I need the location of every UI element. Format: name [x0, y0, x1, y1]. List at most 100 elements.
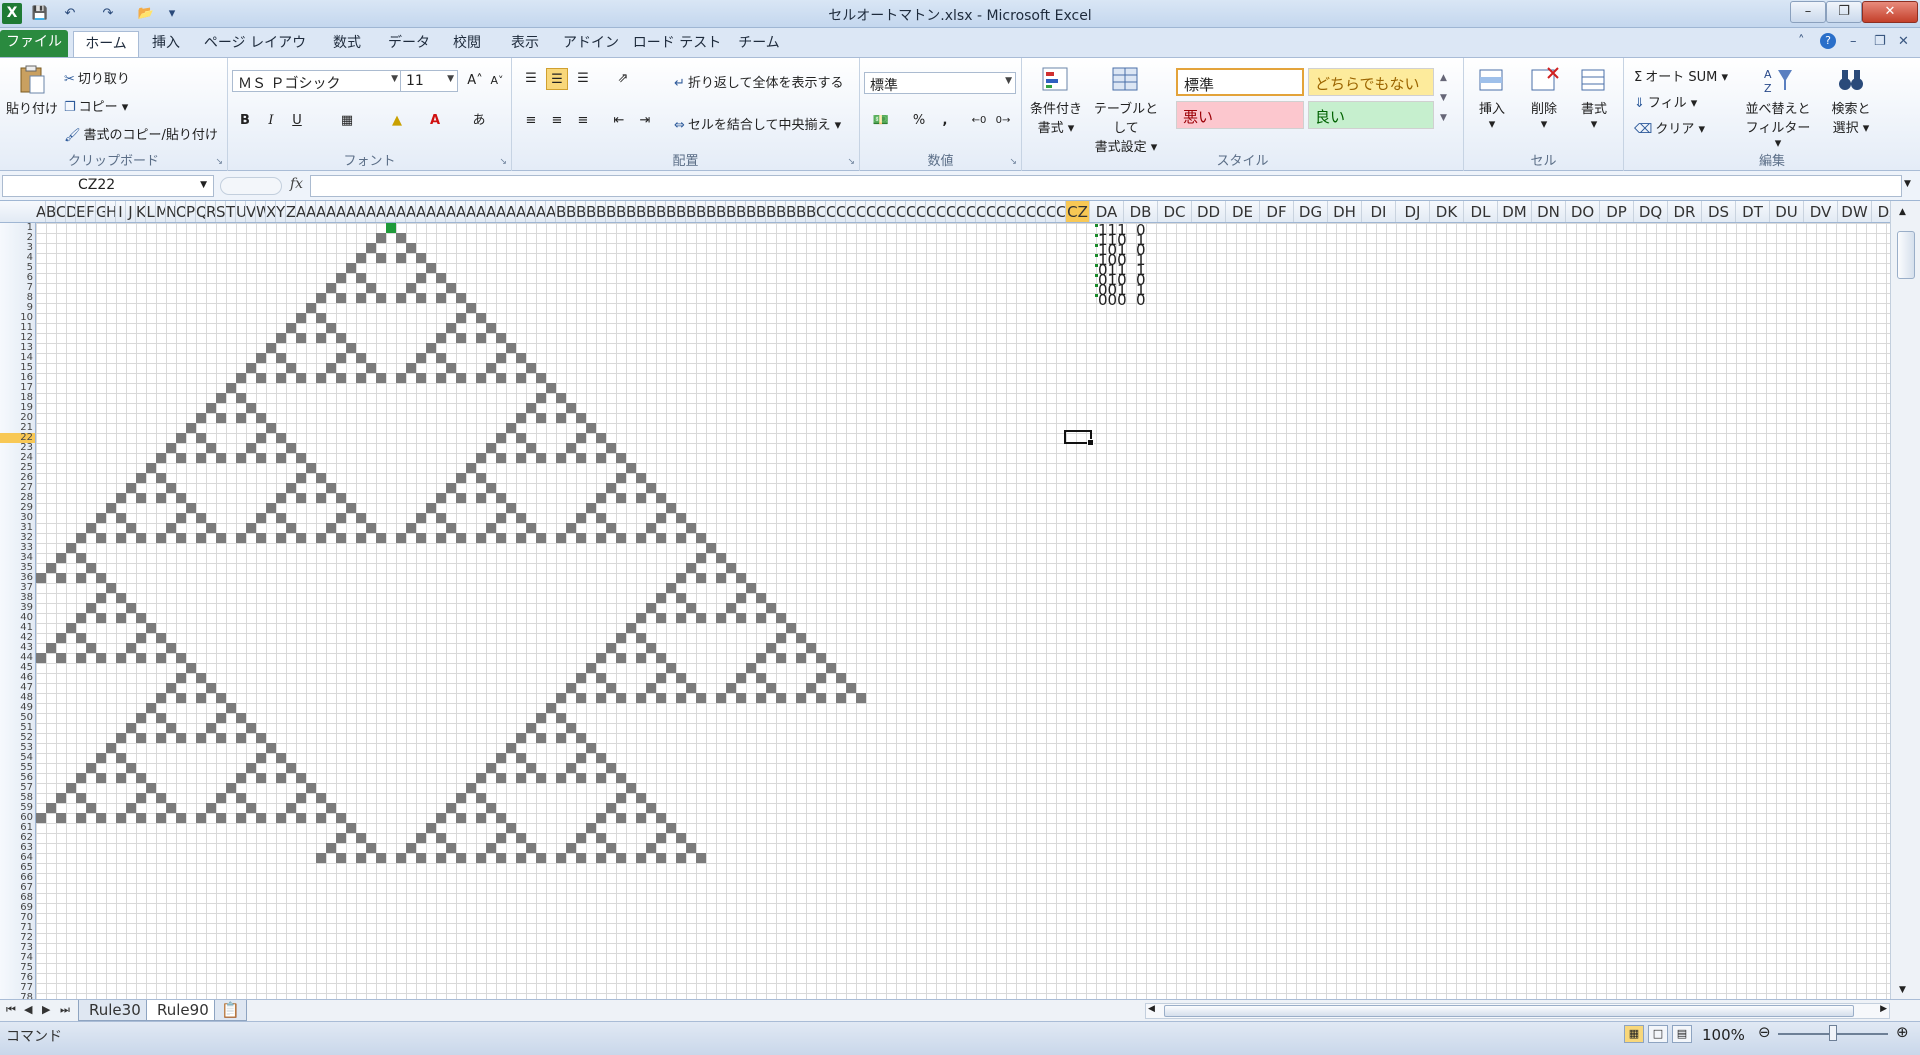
live-cell[interactable] — [736, 613, 746, 623]
live-cell[interactable] — [226, 383, 236, 393]
row-header[interactable]: 56 — [0, 773, 35, 783]
live-cell[interactable] — [156, 813, 166, 823]
live-cell[interactable] — [256, 533, 266, 543]
live-cell[interactable] — [636, 613, 646, 623]
live-cell[interactable] — [756, 613, 766, 623]
live-cell[interactable] — [506, 423, 516, 433]
merge-center-button[interactable]: ⇔ セルを結合して中央揃え ▾ — [674, 114, 841, 133]
live-cell[interactable] — [216, 453, 226, 463]
live-cell[interactable] — [206, 683, 216, 693]
live-cell[interactable] — [346, 823, 356, 833]
live-cell[interactable] — [256, 353, 266, 363]
live-cell[interactable] — [166, 443, 176, 453]
column-header[interactable]: AE — [336, 201, 346, 222]
live-cell[interactable] — [636, 793, 646, 803]
live-cell[interactable] — [586, 663, 596, 673]
live-cell[interactable] — [766, 603, 776, 613]
live-cell[interactable] — [126, 643, 136, 653]
row-header[interactable]: 41 — [0, 623, 35, 633]
live-cell[interactable] — [576, 753, 586, 763]
live-cell[interactable] — [236, 813, 246, 823]
row-header[interactable]: 38 — [0, 593, 35, 603]
row-header[interactable]: 49 — [0, 703, 35, 713]
live-cell[interactable] — [616, 493, 626, 503]
live-cell[interactable] — [136, 493, 146, 503]
column-header[interactable]: DQ — [1634, 201, 1668, 222]
column-header[interactable]: CU — [1016, 201, 1026, 222]
live-cell[interactable] — [56, 573, 66, 583]
live-cell[interactable] — [516, 853, 526, 863]
live-cell[interactable] — [596, 753, 606, 763]
live-cell[interactable] — [316, 473, 326, 483]
live-cell[interactable] — [116, 493, 126, 503]
live-cell[interactable] — [496, 513, 506, 523]
column-header[interactable]: K — [136, 201, 146, 222]
live-cell[interactable] — [246, 363, 256, 373]
live-cell[interactable] — [56, 813, 66, 823]
live-cell[interactable] — [676, 853, 686, 863]
next-sheet-icon[interactable]: ▶ — [42, 1003, 50, 1016]
live-cell[interactable] — [636, 653, 646, 663]
live-cell[interactable] — [136, 473, 146, 483]
column-header[interactable]: BA — [556, 201, 566, 222]
row-header[interactable]: 43 — [0, 643, 35, 653]
style-bad[interactable]: 悪い — [1176, 101, 1304, 129]
row-header[interactable]: 62 — [0, 833, 35, 843]
live-cell[interactable] — [496, 773, 506, 783]
live-cell[interactable] — [396, 233, 406, 243]
live-cell[interactable] — [336, 813, 346, 823]
live-cell[interactable] — [186, 423, 196, 433]
live-cell[interactable] — [306, 463, 316, 473]
delete-cells-button[interactable]: 削除 ▾ — [1520, 64, 1568, 132]
horizontal-scroll-thumb[interactable] — [1164, 1005, 1854, 1017]
column-header[interactable]: CX — [1046, 201, 1056, 222]
live-cell[interactable] — [446, 803, 456, 813]
row-header[interactable]: 37 — [0, 583, 35, 593]
live-cell[interactable] — [556, 453, 566, 463]
live-cell[interactable] — [236, 733, 246, 743]
row-header[interactable]: 64 — [0, 853, 35, 863]
live-cell[interactable] — [596, 453, 606, 463]
live-cell[interactable] — [476, 533, 486, 543]
live-cell[interactable] — [536, 373, 546, 383]
row-header[interactable]: 3 — [0, 243, 35, 253]
column-header[interactable]: N — [166, 201, 176, 222]
row-header[interactable]: 24 — [0, 453, 35, 463]
column-header[interactable]: B — [46, 201, 56, 222]
row-header[interactable]: 42 — [0, 633, 35, 643]
live-cell[interactable] — [286, 443, 296, 453]
live-cell[interactable] — [606, 643, 616, 653]
live-cell[interactable] — [176, 813, 186, 823]
row-header[interactable]: 31 — [0, 523, 35, 533]
live-cell[interactable] — [476, 493, 486, 503]
row-header[interactable]: 18 — [0, 393, 35, 403]
live-cell[interactable] — [796, 653, 806, 663]
live-cell[interactable] — [446, 283, 456, 293]
live-cell[interactable] — [576, 513, 586, 523]
live-cell[interactable] — [166, 683, 176, 693]
live-cell[interactable] — [606, 763, 616, 773]
column-header[interactable]: AJ — [386, 201, 396, 222]
tab-addins[interactable]: アドイン — [560, 31, 622, 57]
live-cell[interactable] — [436, 813, 446, 823]
live-cell[interactable] — [136, 653, 146, 663]
live-cell[interactable] — [646, 483, 656, 493]
column-header[interactable]: AV — [506, 201, 516, 222]
live-cell[interactable] — [506, 343, 516, 353]
live-cell[interactable] — [336, 273, 346, 283]
column-header[interactable]: AF — [346, 201, 356, 222]
live-cell[interactable] — [376, 233, 386, 243]
live-cell[interactable] — [76, 553, 86, 563]
paste-button[interactable]: 貼り付け — [4, 64, 60, 117]
live-cell[interactable] — [36, 653, 46, 663]
row-header[interactable]: 5 — [0, 263, 35, 273]
live-cell[interactable] — [546, 703, 556, 713]
live-cell[interactable] — [356, 253, 366, 263]
live-cell[interactable] — [736, 693, 746, 703]
column-header[interactable]: AI — [376, 201, 386, 222]
live-cell[interactable] — [436, 513, 446, 523]
live-cell[interactable] — [316, 813, 326, 823]
live-cell[interactable] — [556, 853, 566, 863]
column-header[interactable]: BZ — [806, 201, 816, 222]
live-cell[interactable] — [446, 323, 456, 333]
